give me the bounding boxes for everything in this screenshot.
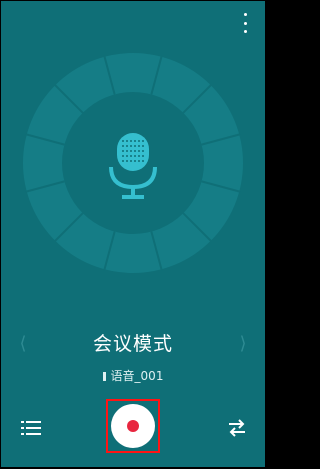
chevron-right-icon[interactable]: ⟩ [233, 333, 253, 355]
mode-selector: ⟨ 会议模式 ⟩ [1, 327, 265, 361]
record-icon [127, 420, 139, 432]
file-indicator-icon [102, 372, 106, 381]
recording-file-name: 语音_001 [1, 367, 265, 384]
mode-title: 会议模式 [92, 333, 173, 355]
voice-recorder-screen: ⟨ 会议模式 ⟩ 语音_001 [1, 1, 265, 467]
list-icon[interactable] [21, 420, 41, 436]
swap-icon[interactable] [227, 418, 247, 438]
record-button[interactable] [111, 404, 155, 448]
file-name-text: 语音_001 [110, 369, 164, 383]
recording-visualizer [23, 53, 243, 273]
